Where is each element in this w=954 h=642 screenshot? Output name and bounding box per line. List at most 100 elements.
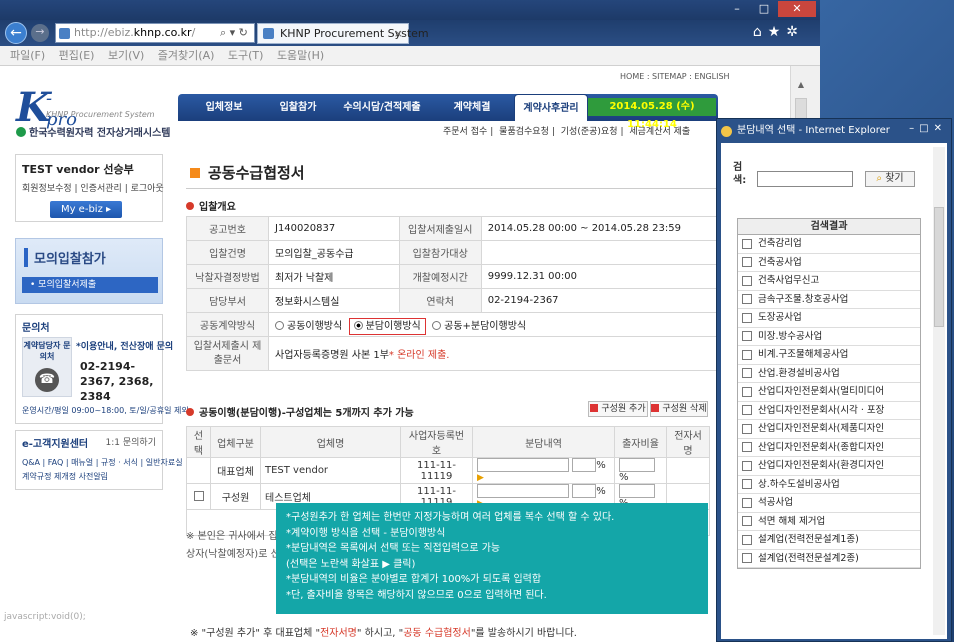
- close-button[interactable]: ✕: [778, 1, 816, 17]
- result-item[interactable]: 석공사업: [738, 494, 920, 513]
- search-refresh-icons[interactable]: ⌕ ▾ ↻: [220, 26, 248, 40]
- menu-favorites[interactable]: 즐겨찾기(A): [158, 49, 215, 62]
- ratio-input[interactable]: [619, 484, 655, 498]
- result-item[interactable]: 설계업(전력전문설계1종): [738, 531, 920, 550]
- tab-khnp[interactable]: KHNP Procurement System ×: [257, 23, 429, 44]
- menu-edit[interactable]: 편집(E): [59, 49, 95, 62]
- result-checkbox[interactable]: [742, 238, 752, 249]
- cs-links[interactable]: Q&A | FAQ | 매뉴얼 | 규정 · 서식 | 일반자료실: [22, 457, 183, 468]
- result-checkbox[interactable]: [742, 497, 752, 508]
- share-input[interactable]: [477, 484, 569, 498]
- share-input[interactable]: [477, 458, 569, 472]
- add-member-button[interactable]: 구성원 추가: [588, 401, 648, 417]
- menu-tools[interactable]: 도구(T): [228, 49, 264, 62]
- search-input[interactable]: [757, 171, 853, 187]
- result-item[interactable]: 산업디자인전문회사(종합디자인: [738, 439, 920, 457]
- result-checkbox[interactable]: [742, 331, 752, 341]
- result-checkbox[interactable]: [742, 275, 752, 286]
- popup-window-buttons[interactable]: –□✕: [909, 123, 947, 134]
- menu-file[interactable]: 파일(F): [10, 49, 45, 62]
- result-label: 산업디자인전문회사(시각 · 포장: [758, 404, 885, 416]
- nav-bid-participation[interactable]: 입찰참가: [264, 94, 332, 121]
- close-tab-icon[interactable]: ×: [394, 24, 403, 43]
- subnav-invoice[interactable]: 세금계산서 제출: [629, 127, 690, 137]
- radio-joint[interactable]: 공동이행방식: [275, 321, 342, 332]
- result-label: 미장.방수공사업: [758, 330, 823, 342]
- minimize-button[interactable]: –: [724, 1, 750, 17]
- result-label: 금속구조물.창호공사업: [758, 293, 849, 305]
- site-logo[interactable]: K -pro KHNP Procurement System 한국수력원자력 전…: [16, 84, 170, 139]
- result-checkbox[interactable]: [742, 460, 752, 471]
- radio-joint-divided[interactable]: 공동+분담이행방식: [432, 321, 526, 332]
- result-checkbox[interactable]: [742, 368, 752, 378]
- select-arrow-icon[interactable]: ▶: [477, 473, 484, 483]
- result-checkbox[interactable]: [742, 423, 752, 434]
- subnav-order[interactable]: 주문서 접수: [443, 127, 487, 137]
- cs-links-2[interactable]: 계약규정 제개정 사전알림: [22, 471, 108, 482]
- popup-scrollbar[interactable]: [933, 147, 945, 635]
- result-item[interactable]: 건축공사업: [738, 254, 920, 272]
- tip-line: *계약이행 방식을 선택 - 분담이행방식: [286, 527, 446, 539]
- nav-company-info[interactable]: 입체정보: [184, 94, 264, 121]
- result-checkbox[interactable]: [742, 386, 752, 397]
- result-item[interactable]: 도장공사업: [738, 309, 920, 328]
- nav-contract[interactable]: 계약체결: [432, 94, 512, 121]
- result-checkbox[interactable]: [742, 349, 752, 360]
- user-links[interactable]: 회원정보수정 | 인증서관리 | 로그아웃: [22, 181, 164, 194]
- result-item[interactable]: 설계업(전력전문설계2종): [738, 550, 920, 568]
- result-item[interactable]: 상.하수도설비공사업: [738, 476, 920, 494]
- result-checkbox[interactable]: [742, 479, 752, 489]
- one-to-one-link[interactable]: 1:1 문의하기: [106, 435, 156, 448]
- tip-line: *분담내역의 비율은 분야별로 합계가 100%가 되도록 입력합: [286, 574, 542, 585]
- result-item[interactable]: 산업디자인전문회사(멀티미디어: [738, 383, 920, 402]
- maximize-button[interactable]: □: [752, 1, 776, 17]
- nav-post-contract[interactable]: 계약사후관리: [514, 94, 588, 121]
- result-checkbox[interactable]: [742, 534, 752, 545]
- member-checkbox[interactable]: [193, 491, 204, 501]
- toolbar-icons[interactable]: ⌂★✲: [753, 24, 804, 40]
- result-item[interactable]: 금속구조물.창호공사업: [738, 291, 920, 309]
- result-item[interactable]: 산업.환경설비공사업: [738, 365, 920, 383]
- result-item[interactable]: 미장.방수공사업: [738, 328, 920, 346]
- cs-title: e-고객지원센터: [22, 439, 89, 450]
- menu-view[interactable]: 보기(V): [108, 49, 144, 62]
- subnav-inspection[interactable]: 물품검수요청: [499, 127, 549, 137]
- result-checkbox[interactable]: [742, 405, 752, 415]
- ie-icon: [721, 126, 732, 137]
- my-ebiz-button[interactable]: My e-biz ▸: [50, 201, 122, 218]
- result-item[interactable]: 건축감리업: [738, 235, 920, 254]
- label-award-method: 낙찰자결정방법: [186, 264, 269, 289]
- delete-member-button[interactable]: 구성원 삭제: [650, 401, 708, 417]
- section-bid-overview: 입찰개요: [186, 198, 236, 213]
- menu-help[interactable]: 도움말(H): [277, 49, 324, 62]
- ratio-input[interactable]: [619, 458, 655, 472]
- forward-button[interactable]: →: [31, 24, 49, 42]
- back-button[interactable]: ←: [5, 22, 27, 44]
- radio-divided[interactable]: 분담이행방식: [348, 318, 426, 335]
- result-checkbox[interactable]: [742, 442, 752, 452]
- member-type: 구성원: [210, 483, 261, 510]
- scroll-up-icon[interactable]: ▲: [795, 80, 807, 92]
- top-links[interactable]: HOME : SITEMAP : ENGLISH: [620, 72, 730, 81]
- result-item[interactable]: 산업디자인전문회사(제품디자인: [738, 420, 920, 439]
- subnav-progress[interactable]: 기성(준공)요청: [561, 127, 618, 137]
- result-item[interactable]: 석면 해체 제거업: [738, 513, 920, 531]
- mock-bid-submit-link[interactable]: • 모의입찰서제출: [22, 277, 158, 293]
- result-item[interactable]: 건축사업무신고: [738, 272, 920, 291]
- nav-negotiation[interactable]: 수의시담/견적제출: [332, 94, 432, 121]
- result-checkbox[interactable]: [742, 294, 752, 304]
- find-button[interactable]: ⌕ 찾기: [865, 171, 915, 187]
- results-list: 검색결과 건축감리업 건축공사업 건축사업무신고 금속구조물.창호공사업 도장공사업 미장…: [737, 218, 921, 569]
- result-item[interactable]: 산업디자인전문회사(시각 · 포장: [738, 402, 920, 420]
- result-checkbox[interactable]: [742, 312, 752, 323]
- result-checkbox[interactable]: [742, 516, 752, 526]
- address-bar: ← → http://ebiz.khnp.co.kr/ ⌕ ▾ ↻ KHNP P…: [0, 20, 820, 46]
- share-pct-input[interactable]: [572, 458, 597, 472]
- result-item[interactable]: 산업디자인전문회사(환경디자인: [738, 457, 920, 476]
- result-checkbox[interactable]: [742, 257, 752, 267]
- result-item[interactable]: 비계.구조물해체공사업: [738, 346, 920, 365]
- share-pct-input[interactable]: [572, 484, 597, 498]
- popup-scroll-thumb[interactable]: [934, 207, 944, 327]
- col-share: 분담내역: [472, 426, 615, 458]
- result-checkbox[interactable]: [742, 553, 752, 563]
